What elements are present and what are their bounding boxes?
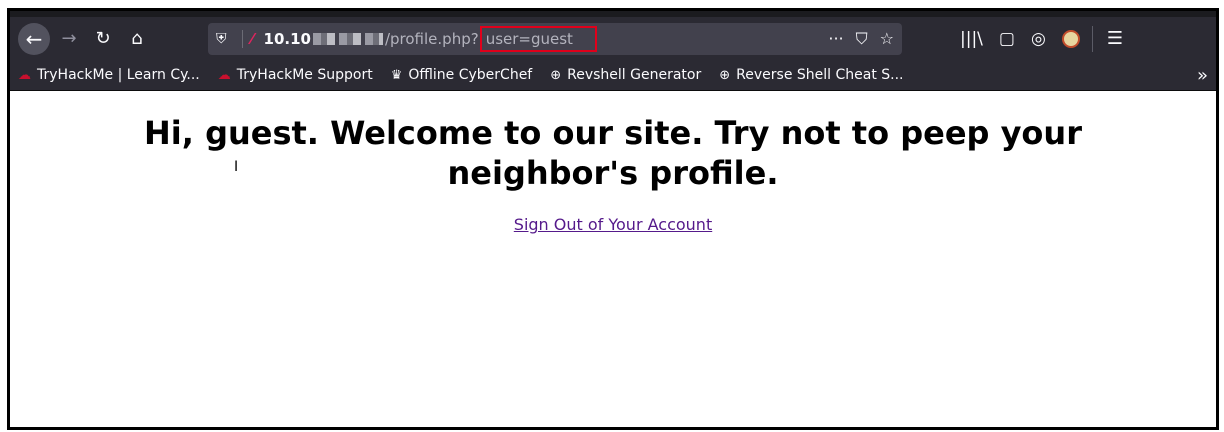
url-path: /profile.php? — [384, 29, 479, 48]
hamburger-menu-icon[interactable]: ☰ — [1107, 28, 1123, 49]
url-redacted-segment — [312, 32, 383, 45]
toolbar-divider — [1091, 25, 1093, 52]
globe-icon: ⊕ — [719, 67, 731, 83]
chef-hat-icon: ♛ — [390, 67, 403, 83]
url-host: 10.10 — [263, 29, 311, 48]
globe-icon: ⊕ — [550, 67, 562, 83]
bookmark-reverse-shell-cheat[interactable]: ⊕ Reverse Shell Cheat S... — [719, 67, 903, 83]
page-content: Hi, guest. Welcome to our site. Try not … — [10, 91, 1216, 234]
home-icon: ⌂ — [131, 28, 143, 49]
bookmark-label: TryHackMe | Learn Cy... — [37, 67, 200, 83]
back-button[interactable]: ← — [18, 22, 50, 55]
text-cursor-icon: I — [234, 159, 239, 175]
bookmarks-toolbar: ☁ TryHackMe | Learn Cy... ☁ TryHackMe Su… — [10, 60, 1216, 91]
pocket-icon[interactable]: ⛉ — [856, 29, 868, 49]
sign-out-link[interactable]: Sign Out of Your Account — [514, 215, 712, 234]
tracking-protection-shield-icon[interactable]: ⛨ — [216, 31, 238, 47]
home-button[interactable]: ⌂ — [122, 24, 152, 54]
insecure-connection-icon[interactable]: ⁄ — [251, 30, 254, 48]
library-icon[interactable]: |||\ — [960, 29, 983, 49]
bookmark-label: Revshell Generator — [567, 67, 702, 83]
bookmark-tryhackme-support[interactable]: ☁ TryHackMe Support — [218, 67, 373, 83]
url-separator — [242, 29, 243, 48]
bookmark-label: TryHackMe Support — [236, 67, 373, 83]
bookmark-revshell-generator[interactable]: ⊕ Revshell Generator — [550, 67, 701, 83]
back-arrow-icon: ← — [25, 26, 43, 51]
page-actions-more-icon[interactable]: ··· — [828, 29, 843, 48]
extension-avatar-icon[interactable] — [1061, 29, 1080, 48]
nav-bar: ← → ↻ ⌂ ⛨ ⁄ 10.10 /profile.php? user=gue… — [10, 17, 1216, 60]
browser-window: ← → ↻ ⌂ ⛨ ⁄ 10.10 /profile.php? user=gue… — [7, 8, 1219, 430]
forward-arrow-icon: → — [61, 28, 77, 49]
bookmark-label: Offline CyberChef — [408, 67, 533, 83]
url-query: user=guest — [485, 29, 573, 48]
bookmark-star-icon[interactable]: ☆ — [880, 29, 894, 48]
cloud-icon: ☁ — [217, 67, 231, 83]
url-bar[interactable]: ⛨ ⁄ 10.10 /profile.php? user=guest ··· ⛉… — [208, 22, 902, 55]
bookmark-label: Reverse Shell Cheat S... — [736, 67, 904, 83]
cloud-icon: ☁ — [18, 67, 31, 83]
url-query-highlight: user=guest — [479, 25, 597, 52]
sidebar-icon[interactable]: ▢ — [999, 29, 1015, 49]
account-icon[interactable]: ◎ — [1031, 29, 1046, 49]
toolbar-icons: |||\ ▢ ◎ — [960, 29, 1080, 49]
bookmarks-overflow-chevron-icon[interactable]: » — [1197, 65, 1208, 86]
bookmark-tryhackme-learn[interactable]: ☁ TryHackMe | Learn Cy... — [18, 67, 200, 83]
forward-button[interactable]: → — [54, 24, 84, 54]
bookmark-offline-cyberchef[interactable]: ♛ Offline CyberChef — [391, 67, 533, 83]
reload-button[interactable]: ↻ — [88, 24, 118, 54]
welcome-headline: Hi, guest. Welcome to our site. Try not … — [144, 114, 1082, 192]
reload-icon: ↻ — [95, 28, 111, 49]
url-bar-actions: ··· ⛉ ☆ — [828, 29, 894, 49]
